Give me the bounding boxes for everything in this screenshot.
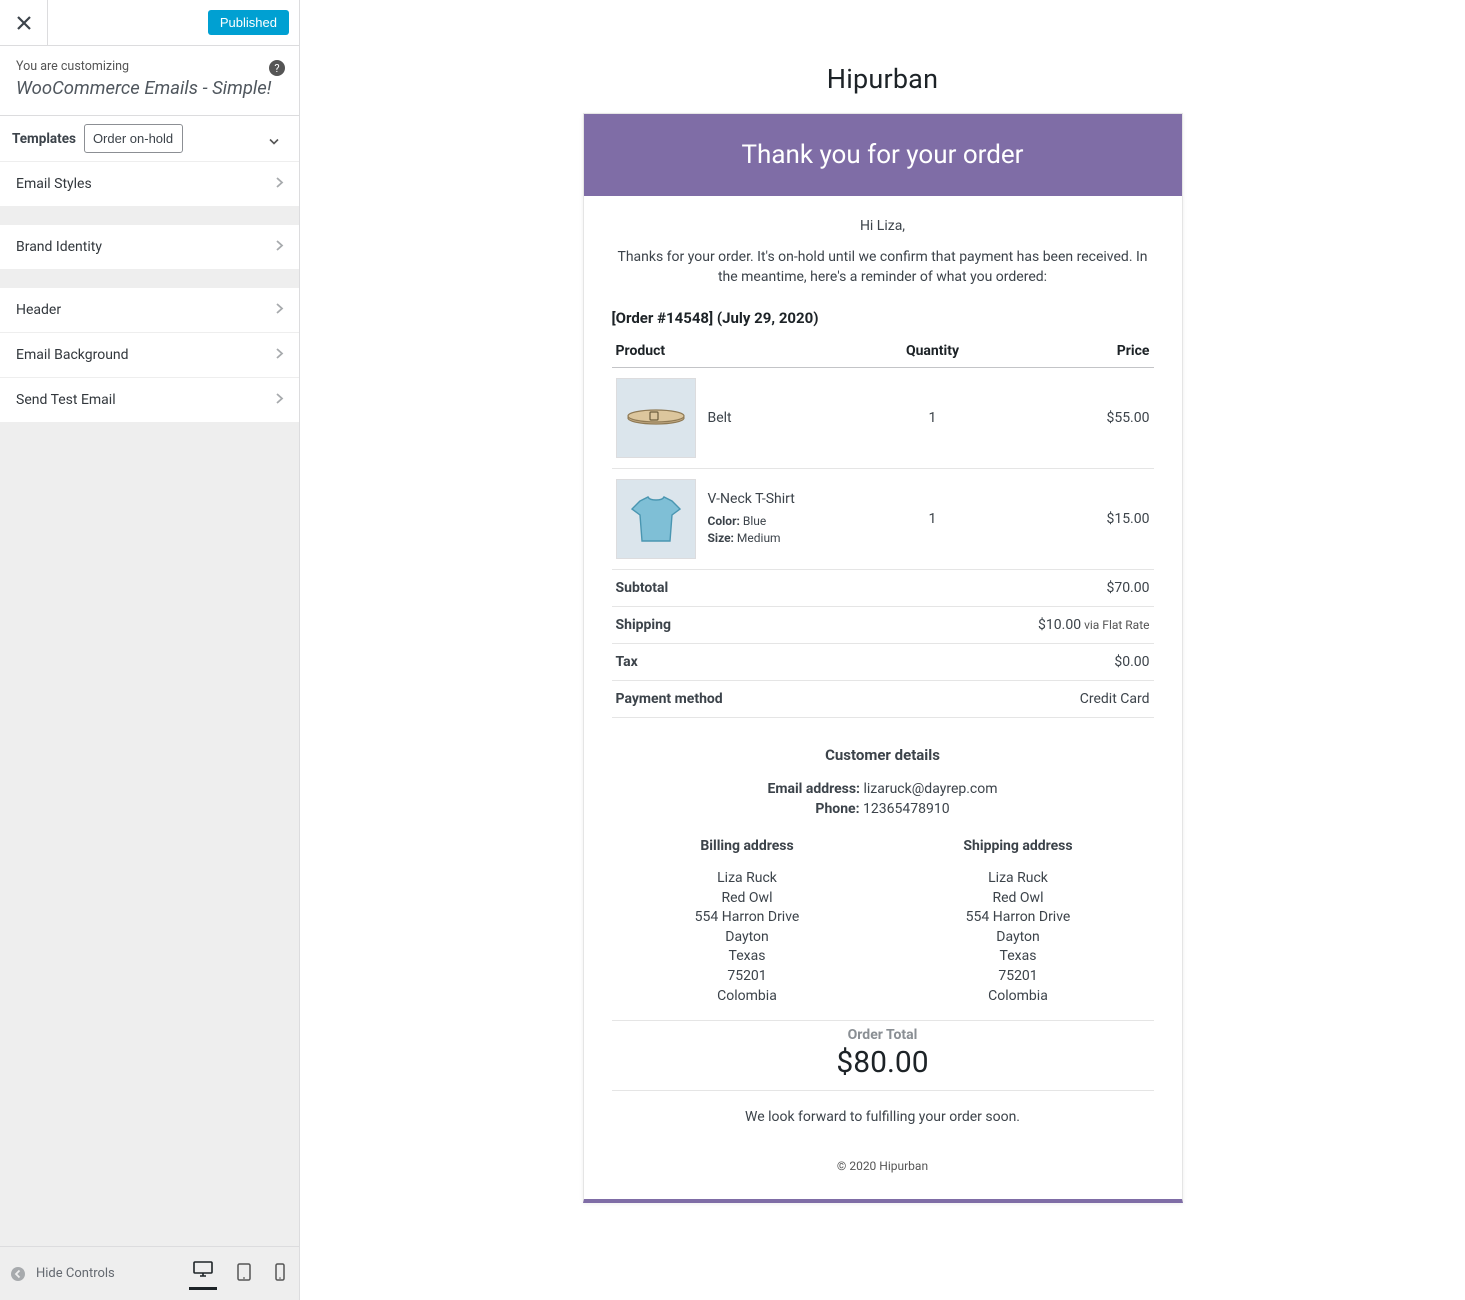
product-row: Belt 1 $55.00: [612, 368, 1154, 469]
intro-text: Thanks for your order. It's on-hold unti…: [612, 248, 1154, 287]
billing-address: Billing address Liza Ruck Red Owl 554 Ha…: [612, 837, 883, 1006]
panel-row-send-test-email[interactable]: Send Test Email: [0, 378, 299, 423]
col-quantity: Quantity: [887, 335, 977, 368]
total-row-tax: Tax $0.00: [612, 644, 1154, 681]
chevron-right-icon: [276, 239, 283, 255]
help-button[interactable]: ?: [269, 60, 285, 76]
device-mobile-button[interactable]: [271, 1259, 289, 1289]
product-name: Belt: [708, 410, 732, 426]
shipping-address: Shipping address Liza Ruck Red Owl 554 H…: [883, 837, 1154, 1006]
preview-area: Hipurban Thank you for your order Hi Liz…: [300, 0, 1465, 1300]
addresses: Billing address Liza Ruck Red Owl 554 Ha…: [612, 837, 1154, 1006]
email-card: Thank you for your order Hi Liza, Thanks…: [583, 113, 1183, 1203]
sidebar-topbar: Published: [0, 0, 299, 46]
total-row-shipping: Shipping $10.00 via Flat Rate: [612, 607, 1154, 644]
section-title: WooCommerce Emails - Simple!: [16, 77, 283, 99]
chevron-right-icon: [276, 302, 283, 318]
product-attrs: Color: Blue Size: Medium: [708, 513, 795, 547]
product-price: $15.00: [977, 469, 1153, 570]
shipping-title: Shipping address: [883, 837, 1154, 857]
panel-row-label: Brand Identity: [16, 239, 102, 255]
sidebar-title-area: You are customizing WooCommerce Emails -…: [0, 46, 299, 116]
templates-row: Templates Order on-hold: [0, 116, 299, 162]
panel-row-label: Email Background: [16, 347, 129, 363]
product-qty: 1: [887, 469, 977, 570]
panel-row-label: Header: [16, 302, 61, 318]
sidebar-footer: Hide Controls: [0, 1246, 299, 1300]
chevron-down-icon: [269, 129, 279, 148]
tablet-icon: [237, 1263, 251, 1281]
templates-select[interactable]: Order on-hold: [84, 124, 183, 153]
order-total-label: Order Total: [612, 1027, 1154, 1043]
order-table: Product Quantity Price: [612, 335, 1154, 718]
customer-details: Email address: lizaruck@dayrep.com Phone…: [612, 780, 1154, 819]
panel-row-header[interactable]: Header: [0, 288, 299, 333]
greeting: Hi Liza,: [612, 218, 1154, 234]
product-name: V-Neck T-Shirt: [708, 491, 795, 507]
panel-row-email-background[interactable]: Email Background: [0, 333, 299, 378]
desktop-icon: [193, 1261, 213, 1277]
mobile-icon: [275, 1263, 285, 1281]
email-body: Hi Liza, Thanks for your order. It's on-…: [584, 196, 1182, 1199]
tshirt-icon: [630, 495, 682, 543]
device-switcher: [189, 1257, 289, 1290]
close-button[interactable]: [0, 0, 48, 46]
product-price: $55.00: [977, 368, 1153, 469]
email-header: Thank you for your order: [584, 114, 1182, 196]
col-price: Price: [977, 335, 1153, 368]
hide-controls-button[interactable]: Hide Controls: [10, 1266, 115, 1282]
published-button[interactable]: Published: [208, 10, 289, 35]
panel-row-email-styles[interactable]: Email Styles: [0, 162, 299, 207]
copyright: © 2020 Hipurban: [612, 1159, 1154, 1173]
device-desktop-button[interactable]: [189, 1257, 217, 1290]
belt-icon: [626, 408, 686, 428]
customizer-sidebar: Published You are customizing WooCommerc…: [0, 0, 300, 1300]
closing-line: We look forward to fulfilling your order…: [612, 1109, 1154, 1125]
total-row-payment: Payment method Credit Card: [612, 681, 1154, 718]
you-are-customizing-label: You are customizing: [16, 59, 283, 74]
billing-title: Billing address: [612, 837, 883, 857]
order-total-value: $80.00: [612, 1045, 1154, 1080]
panel-row-label: Send Test Email: [16, 392, 116, 408]
device-tablet-button[interactable]: [233, 1259, 255, 1289]
email-preview: Hipurban Thank you for your order Hi Liz…: [583, 63, 1183, 1292]
chevron-left-circle-icon: [10, 1266, 26, 1282]
close-icon: [17, 16, 31, 30]
panel-row-label: Email Styles: [16, 176, 92, 192]
order-number-line: [Order #14548] (July 29, 2020): [612, 309, 1154, 327]
panel-row-brand-identity[interactable]: Brand Identity: [0, 225, 299, 270]
total-row-subtotal: Subtotal $70.00: [612, 570, 1154, 607]
chevron-right-icon: [276, 347, 283, 363]
customer-details-heading: Customer details: [612, 746, 1154, 764]
chevron-right-icon: [276, 176, 283, 192]
product-thumbnail: [616, 479, 696, 559]
col-product: Product: [612, 335, 888, 368]
hide-controls-label: Hide Controls: [36, 1266, 115, 1281]
product-thumbnail: [616, 378, 696, 458]
product-row: V-Neck T-Shirt Color: Blue Size: Medium: [612, 469, 1154, 570]
templates-label: Templates: [12, 131, 76, 147]
chevron-right-icon: [276, 392, 283, 408]
brand-title: Hipurban: [583, 63, 1183, 95]
product-qty: 1: [887, 368, 977, 469]
